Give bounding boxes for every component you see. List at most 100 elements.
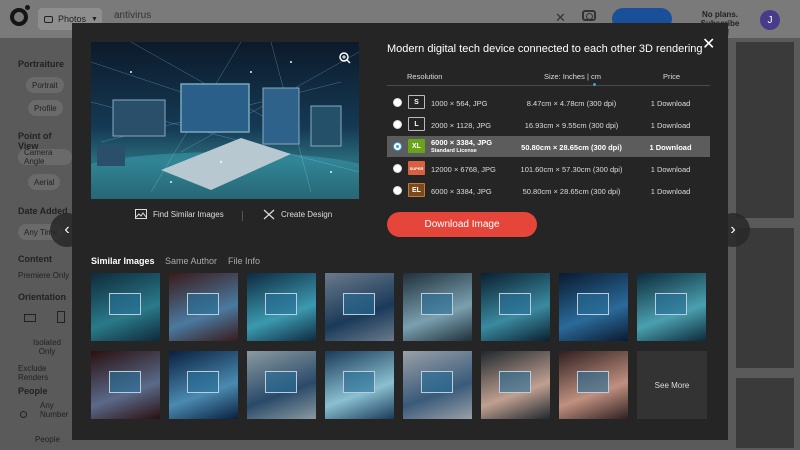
image-icon [135,209,147,219]
similar-image-thumbnail[interactable] [325,273,394,341]
thumbnail-device [421,371,453,393]
filter-aerial[interactable]: Aerial [28,174,61,190]
size-radio-selected[interactable] [393,142,402,151]
create-design-label: Create Design [281,210,333,219]
similar-image-thumbnail[interactable] [169,351,238,419]
size-badge: S [408,95,425,109]
thumbnail-device [343,293,375,315]
chevron-right-icon: › [730,221,736,238]
thumbnail-device [343,371,375,393]
tab-same-author[interactable]: Same Author [165,256,217,266]
similar-image-thumbnail[interactable] [91,273,160,341]
filter-camera-angle[interactable]: Camera Angle [18,148,72,166]
size-dimensions: 8.47cm × 4.78cm (300 dpi) [526,99,617,108]
similar-image-thumbnail[interactable] [403,273,472,341]
size-unit-toggle[interactable]: Size: Inches | cm [544,72,601,81]
design-tools-icon [263,209,275,220]
price-header: Price [663,72,681,81]
close-icon[interactable]: ✕ [702,34,715,54]
tab-similar-images[interactable]: Similar Images [91,256,155,266]
resolution-header: Resolution [407,72,443,81]
similar-image-thumbnail[interactable] [481,273,550,341]
similar-image-thumbnail[interactable] [91,351,160,419]
thumbnail-device [187,371,219,393]
filter-any-number[interactable]: Any Number [40,401,72,419]
people-radio[interactable] [20,411,27,418]
unit-indicator [593,83,596,86]
size-badge: SUPER [408,161,425,175]
image-search-icon[interactable] [582,10,596,21]
size-resolution: 6000 × 3384, JPG [431,187,492,196]
size-radio[interactable] [393,164,402,173]
size-radio[interactable] [393,98,402,107]
size-option-l[interactable]: L 2000 × 1128, JPG 16.93cm × 9.55cm (300… [387,114,710,135]
similar-image-thumbnail[interactable] [559,351,628,419]
create-design-button[interactable]: Create Design [263,209,332,220]
filter-exclude-renders[interactable]: Exclude Renders [18,364,72,382]
similar-image-thumbnail[interactable] [325,351,394,419]
result-image[interactable] [736,42,794,218]
size-resolution: 6000 × 3384, JPG Standard License [431,139,492,155]
download-image-button[interactable]: Download Image [387,212,537,237]
thumbnail-device [577,293,609,315]
size-badge: EL [408,183,425,197]
chevron-left-icon: ‹ [64,221,70,238]
thumbnail-device [109,371,141,393]
size-option-xl[interactable]: XL 6000 × 3384, JPG Standard License 50.… [387,136,710,157]
network-artwork [91,42,359,199]
portrait-icon[interactable] [57,311,65,323]
landscape-icon[interactable] [24,314,36,322]
main-image-preview[interactable] [91,42,359,199]
similar-image-thumbnail[interactable] [481,351,550,419]
size-table-header: Resolution Size: Inches | cm Price [387,69,710,86]
size-radio[interactable] [393,186,402,195]
similar-image-thumbnail[interactable] [403,351,472,419]
size-dimensions: 50.80cm × 28.65cm (300 dpi) [522,187,621,196]
divider [242,211,243,221]
zoom-in-icon [339,52,351,64]
size-price: 1 Download [650,121,691,130]
tab-file-info[interactable]: File Info [228,256,260,266]
filter-portrait[interactable]: Portrait [26,77,64,93]
filter-people[interactable]: People [35,435,60,444]
chevron-down-icon: ▼ [91,15,98,23]
size-option-el[interactable]: EL 6000 × 3384, JPG 50.80cm × 28.65cm (3… [387,180,710,201]
find-similar-button[interactable]: Find Similar Images [135,209,224,219]
size-option-super[interactable]: SUPER 12000 × 6768, JPG 101.60cm × 57.30… [387,158,710,179]
similar-image-thumbnail[interactable] [247,351,316,419]
similar-image-thumbnail[interactable] [247,273,316,341]
thumbnail-device [577,371,609,393]
filter-premiere-only[interactable]: Premiere Only [18,271,69,280]
size-badge: XL [408,139,425,153]
size-dimensions: 16.93cm × 9.55cm (300 dpi) [524,121,619,130]
image-detail-modal: Find Similar Images Create Design Modern… [72,23,728,440]
filter-isolated-only[interactable]: Isolated Only [32,338,62,356]
thumbnail-device [265,371,297,393]
size-radio[interactable] [393,120,402,129]
size-option-s[interactable]: S 1000 × 564, JPG 8.47cm × 4.78cm (300 d… [387,92,710,113]
result-image[interactable] [736,228,794,368]
size-resolution: 2000 × 1128, JPG [431,121,492,130]
image-title: Modern digital tech device connected to … [387,43,703,55]
similar-image-thumbnail[interactable] [637,273,706,341]
size-price: 1 Download [650,99,691,108]
similar-image-thumbnail[interactable] [169,273,238,341]
thumbnail-device [265,293,297,315]
search-input[interactable]: antivirus [114,10,151,21]
similar-image-thumbnail[interactable] [559,273,628,341]
size-price: 1 Download [649,143,692,152]
size-resolution: 12000 × 6768, JPG [431,165,496,174]
size-resolution-text: 6000 × 3384, JPG [431,138,493,147]
size-resolution: 1000 × 564, JPG [431,99,488,108]
people-heading: People [18,386,48,396]
thumbnail-device [655,293,687,315]
zoom-button[interactable] [337,50,353,66]
logo[interactable] [10,5,30,26]
thumbnail-device [421,293,453,315]
filter-profile[interactable]: Profile [28,100,63,116]
see-more-button[interactable]: See More [637,351,707,419]
size-badge: L [408,117,425,131]
avatar[interactable]: J [760,10,780,30]
result-image[interactable] [736,378,794,448]
portraiture-heading: Portraiture [18,59,65,69]
